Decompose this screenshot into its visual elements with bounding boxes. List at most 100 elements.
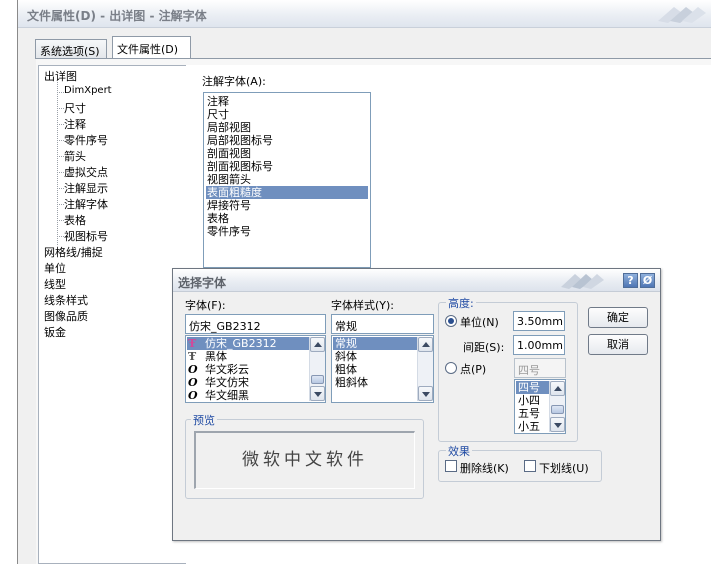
list-item[interactable]: 注释 — [206, 95, 368, 108]
chevron-up-icon — [422, 342, 430, 347]
point-size-item-selected[interactable]: 四号 — [516, 381, 549, 394]
strikeout-label[interactable]: 删除线(K) — [460, 460, 509, 476]
scroll-thumb[interactable] — [551, 405, 564, 414]
font-item[interactable]: 华文细黑 — [187, 389, 309, 402]
font-item-label: 仿宋_GB2312 — [205, 337, 277, 350]
tree-item-arrows[interactable]: 箭头 — [64, 148, 86, 164]
font-style-item[interactable]: 斜体 — [333, 350, 417, 363]
tree-connector — [57, 204, 64, 205]
font-style-listbox[interactable]: 常规 斜体 粗体 粗斜体 — [331, 335, 434, 403]
tree-connector — [57, 92, 64, 93]
tree-item-line-style[interactable]: 线条样式 — [44, 292, 88, 308]
list-item[interactable]: 剖面视图 — [206, 147, 368, 160]
solidworks-logo-icon — [561, 274, 604, 289]
list-item[interactable]: 局部视图标号 — [206, 134, 368, 147]
tree-item-tables[interactable]: 表格 — [64, 212, 86, 228]
point-size-scrollbar[interactable] — [549, 381, 565, 432]
underline-label[interactable]: 下划线(U) — [539, 460, 589, 476]
font-style-input[interactable]: 常规 — [331, 314, 434, 334]
height-group-label: 高度: — [446, 295, 476, 311]
tree-item-grid-snap[interactable]: 网格线/捕捉 — [44, 244, 103, 260]
list-item[interactable]: 零件序号 — [206, 225, 368, 238]
solidworks-logo-icon — [658, 7, 706, 23]
annotation-font-listbox[interactable]: 注释 尺寸 局部视图 局部视图标号 剖面视图 剖面视图标号 视图箭头 表面粗糙度… — [203, 92, 371, 268]
unit-height-input[interactable]: 3.50mm — [513, 311, 565, 331]
scroll-up-button[interactable] — [418, 337, 433, 352]
font-style-label: 字体样式(Y): — [331, 299, 395, 312]
font-style-item-selected[interactable]: 常规 — [333, 337, 417, 350]
font-item-label: 黑体 — [205, 350, 227, 363]
cancel-button[interactable]: 取消 — [588, 334, 648, 355]
font-item-label: 华文仿宋 — [205, 376, 249, 389]
list-item[interactable]: 视图箭头 — [206, 173, 368, 186]
tree-item-image-quality[interactable]: 图像品质 — [44, 308, 88, 324]
point-size-item[interactable]: 小五 — [516, 420, 549, 433]
font-item-selected[interactable]: 仿宋_GB2312 — [187, 337, 309, 350]
scroll-up-button[interactable] — [550, 381, 565, 396]
opentype-icon: O — [188, 376, 198, 389]
list-item[interactable]: 尺寸 — [206, 108, 368, 121]
unit-radio[interactable] — [445, 315, 457, 327]
scroll-down-button[interactable] — [550, 417, 565, 432]
point-size-input[interactable]: 四号 — [514, 358, 566, 378]
list-item[interactable]: 剖面视图标号 — [206, 160, 368, 173]
tab-system-options-label: 系统选项(S) — [40, 45, 100, 58]
point-size-item[interactable]: 小四 — [516, 394, 549, 407]
tree-item-balloons[interactable]: 零件序号 — [64, 132, 108, 148]
list-item[interactable]: 焊接符号 — [206, 199, 368, 212]
tree-connector — [57, 108, 64, 109]
point-radio-label[interactable]: 点(P) — [460, 361, 486, 377]
tree-item-annotation-font[interactable]: 注解字体 — [64, 196, 108, 212]
tab-document-properties-label: 文件属性(D) — [117, 43, 179, 56]
point-radio[interactable] — [445, 362, 457, 374]
font-item-label: 华文彩云 — [205, 363, 249, 376]
spacing-label: 间距(S): — [463, 341, 505, 354]
scroll-thumb[interactable] — [311, 375, 324, 384]
font-input[interactable]: 仿宋_GB2312 — [185, 314, 326, 334]
scroll-down-button[interactable] — [310, 386, 325, 401]
tree-item-units[interactable]: 单位 — [44, 260, 66, 276]
tree-item-drawings[interactable]: 出详图 — [44, 68, 77, 84]
font-item[interactable]: 华文仿宋 — [187, 376, 309, 389]
ok-button[interactable]: 确定 — [588, 307, 648, 328]
tab-system-options[interactable]: 系统选项(S) — [35, 39, 107, 59]
unit-radio-label[interactable]: 单位(N) — [460, 314, 499, 330]
spacing-input[interactable]: 1.00mm — [513, 335, 565, 355]
effects-group-label: 效果 — [446, 443, 472, 459]
tab-document-properties[interactable]: 文件属性(D) — [112, 36, 191, 59]
underline-checkbox[interactable] — [524, 460, 536, 472]
font-scrollbar[interactable] — [309, 337, 325, 401]
tree-item-virtual-sharps[interactable]: 虚拟交点 — [64, 164, 108, 180]
strikeout-checkbox[interactable] — [445, 460, 457, 472]
font-style-item[interactable]: 粗斜体 — [333, 376, 417, 389]
tree-item-dimensions[interactable]: 尺寸 — [64, 100, 86, 116]
window-title: 文件属性(D) - 出详图 - 注解字体 — [27, 9, 207, 23]
chevron-down-icon — [314, 392, 322, 397]
scroll-down-button[interactable] — [418, 386, 433, 401]
tree-item-dimxpert[interactable]: DimXpert — [64, 85, 112, 96]
font-item[interactable]: 黑体 — [187, 350, 309, 363]
font-listbox[interactable]: 仿宋_GB2312 Ŧ 黑体 Ŧ 华文彩云 O 华文仿宋 O 华文细黑 O — [185, 335, 326, 403]
tree-item-sheet-metal[interactable]: 钣金 — [44, 324, 66, 340]
font-item[interactable]: 华文彩云 — [187, 363, 309, 376]
chevron-up-icon — [554, 386, 562, 391]
truetype-icon: Ŧ — [188, 337, 197, 350]
help-button[interactable]: ? — [623, 273, 638, 288]
point-size-listbox[interactable]: 四号 小四 五号 小五 — [514, 379, 566, 434]
tree-connector — [57, 188, 64, 189]
list-item-selected[interactable]: 表面粗糙度 — [206, 186, 368, 199]
tree-item-view-labels[interactable]: 视图标号 — [64, 228, 108, 244]
properties-tree[interactable]: 出详图 DimXpert 尺寸 注释 零件序号 箭头 虚拟交点 注解显示 注解字… — [38, 65, 187, 564]
scroll-up-button[interactable] — [310, 337, 325, 352]
list-item[interactable]: 局部视图 — [206, 121, 368, 134]
font-style-scrollbar[interactable] — [417, 337, 433, 401]
close-button[interactable]: Ø — [640, 273, 655, 288]
font-style-item[interactable]: 粗体 — [333, 363, 417, 376]
annotation-font-label: 注解字体(A): — [202, 75, 266, 88]
list-item[interactable]: 表格 — [206, 212, 368, 225]
tree-item-annotation-display[interactable]: 注解显示 — [64, 180, 108, 196]
tree-connector — [57, 140, 64, 141]
tree-item-notes[interactable]: 注释 — [64, 116, 86, 132]
point-size-item[interactable]: 五号 — [516, 407, 549, 420]
tree-item-line-font[interactable]: 线型 — [44, 276, 66, 292]
